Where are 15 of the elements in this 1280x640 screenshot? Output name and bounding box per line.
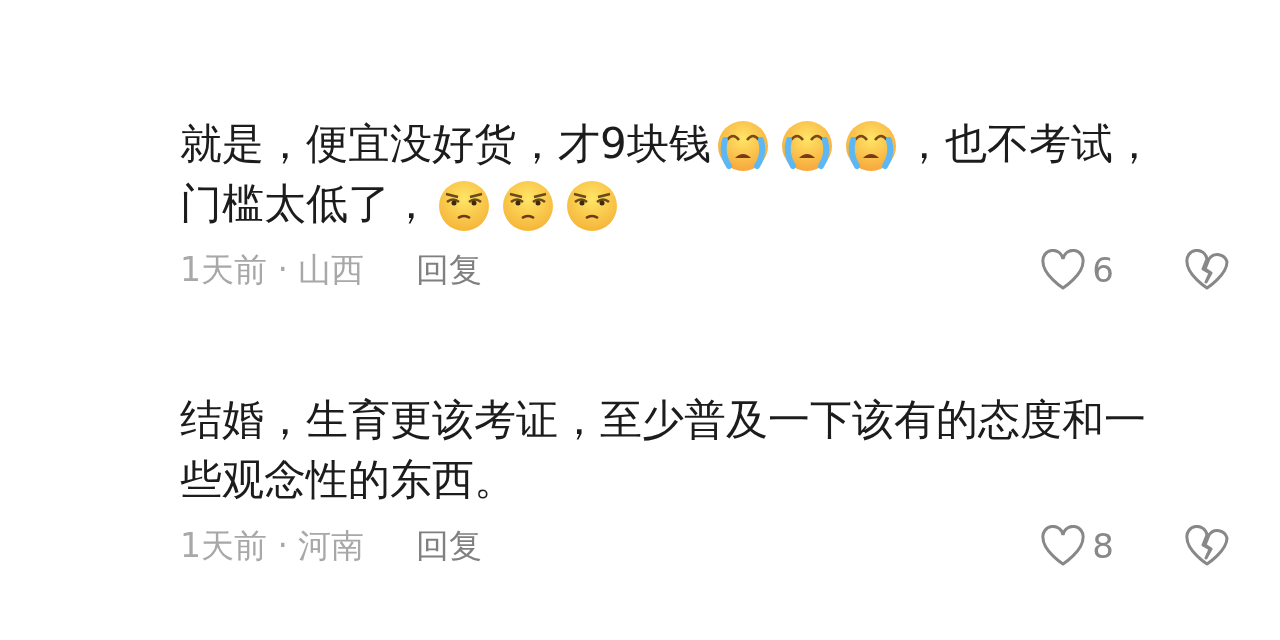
comment-text: 门槛太低了， bbox=[180, 178, 432, 230]
comment-text: 结婚，生育更该考证，至少普及一下该有的态度和一 bbox=[180, 394, 1146, 446]
reply-link[interactable]: 回复 bbox=[416, 247, 483, 293]
comment-text: ，也不考试， bbox=[902, 118, 1155, 170]
broken-heart-icon[interactable] bbox=[1184, 525, 1230, 567]
reply-link[interactable]: 回复 bbox=[416, 523, 483, 569]
like-button[interactable]: 8 bbox=[1040, 525, 1114, 567]
broken-heart-icon[interactable] bbox=[1184, 249, 1230, 291]
comment-meta: 1天前 · 河南 bbox=[180, 524, 365, 567]
heart-icon bbox=[1040, 249, 1087, 291]
like-button[interactable]: 6 bbox=[1040, 249, 1114, 291]
heart-icon bbox=[1040, 525, 1087, 567]
comment-meta: 1天前 · 山西 bbox=[180, 248, 365, 291]
comment-text: 就是，便宜没好货，才9块钱 bbox=[180, 118, 711, 170]
comment-text: 些观念性的东西。 bbox=[180, 454, 516, 506]
